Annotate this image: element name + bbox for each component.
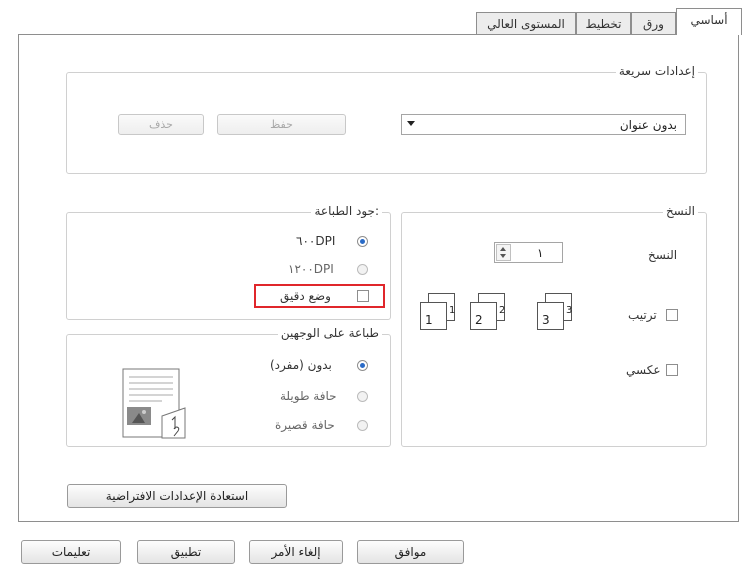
fine-mode-checkbox[interactable] — [357, 290, 369, 302]
quick-settings-select[interactable]: بدون عنوان — [401, 114, 686, 135]
spin-up-icon[interactable] — [500, 247, 506, 251]
collate-page-number: 1 — [425, 313, 433, 327]
copies-value: ١ — [537, 246, 544, 260]
reverse-checkbox[interactable] — [666, 364, 678, 376]
collate-page-number: 3 — [566, 305, 573, 316]
apply-button[interactable]: تطبيق — [137, 540, 235, 564]
copies-legend: النسخ — [662, 204, 698, 218]
collate-page-number: 2 — [475, 313, 483, 327]
tab-basic[interactable]: أساسي — [676, 8, 742, 35]
collate-label: ترتيب — [628, 308, 657, 322]
duplex-short-edge-radio[interactable] — [357, 420, 368, 431]
duplex-legend: طباعة على الوجهين — [277, 326, 382, 340]
spin-down-icon[interactable] — [500, 254, 506, 258]
collate-page-icon: 2 2 — [470, 293, 510, 331]
collate-page-number: 1 — [449, 305, 456, 316]
duplex-short-edge-label: حافة قصيرة — [275, 418, 335, 432]
restore-defaults-button[interactable]: استعادة الإعدادات الافتراضية — [67, 484, 287, 508]
collate-page-number: 2 — [499, 305, 506, 316]
fine-mode-label: وضع دقيق — [280, 289, 331, 303]
cancel-button[interactable]: إلغاء الأمر — [249, 540, 343, 564]
duplex-preview-icon — [122, 368, 186, 439]
collate-page-icon: 1 1 — [420, 293, 460, 331]
tab-layout[interactable]: تخطيط — [576, 12, 631, 34]
dpi-1200-radio[interactable] — [357, 264, 368, 275]
dpi-600-radio[interactable] — [357, 236, 368, 247]
reverse-label: عكسي — [626, 363, 661, 377]
duplex-long-edge-radio[interactable] — [357, 391, 368, 402]
ok-button[interactable]: موافق — [357, 540, 464, 564]
spin-buttons[interactable] — [496, 244, 511, 261]
copies-label: النسخ — [648, 248, 678, 262]
dpi-1200-label: ١٢٠٠DPI — [288, 262, 334, 276]
quick-settings-legend: إعدادات سريعة — [615, 64, 698, 78]
tab-paper[interactable]: ورق — [631, 12, 676, 34]
quick-settings-value: بدون عنوان — [619, 118, 677, 132]
duplex-long-edge-label: حافة طويلة — [280, 389, 337, 403]
dpi-600-label: ٦٠٠DPI — [296, 234, 336, 248]
copies-spinner[interactable]: ١ — [494, 242, 563, 263]
chevron-down-icon — [407, 121, 415, 126]
duplex-none-label: بدون (مفرد) — [270, 358, 332, 372]
save-button[interactable]: حفظ — [217, 114, 346, 135]
tab-advanced[interactable]: المستوى العالي — [476, 12, 576, 34]
collate-page-icon: 3 3 — [537, 293, 577, 331]
duplex-group: طباعة على الوجهين — [66, 326, 391, 447]
help-button[interactable]: تعليمات — [21, 540, 121, 564]
print-quality-legend: جود الطباعة: — [311, 204, 382, 218]
collate-checkbox[interactable] — [666, 309, 678, 321]
duplex-none-radio[interactable] — [357, 360, 368, 371]
collate-page-number: 3 — [542, 313, 550, 327]
delete-button[interactable]: حذف — [118, 114, 204, 135]
